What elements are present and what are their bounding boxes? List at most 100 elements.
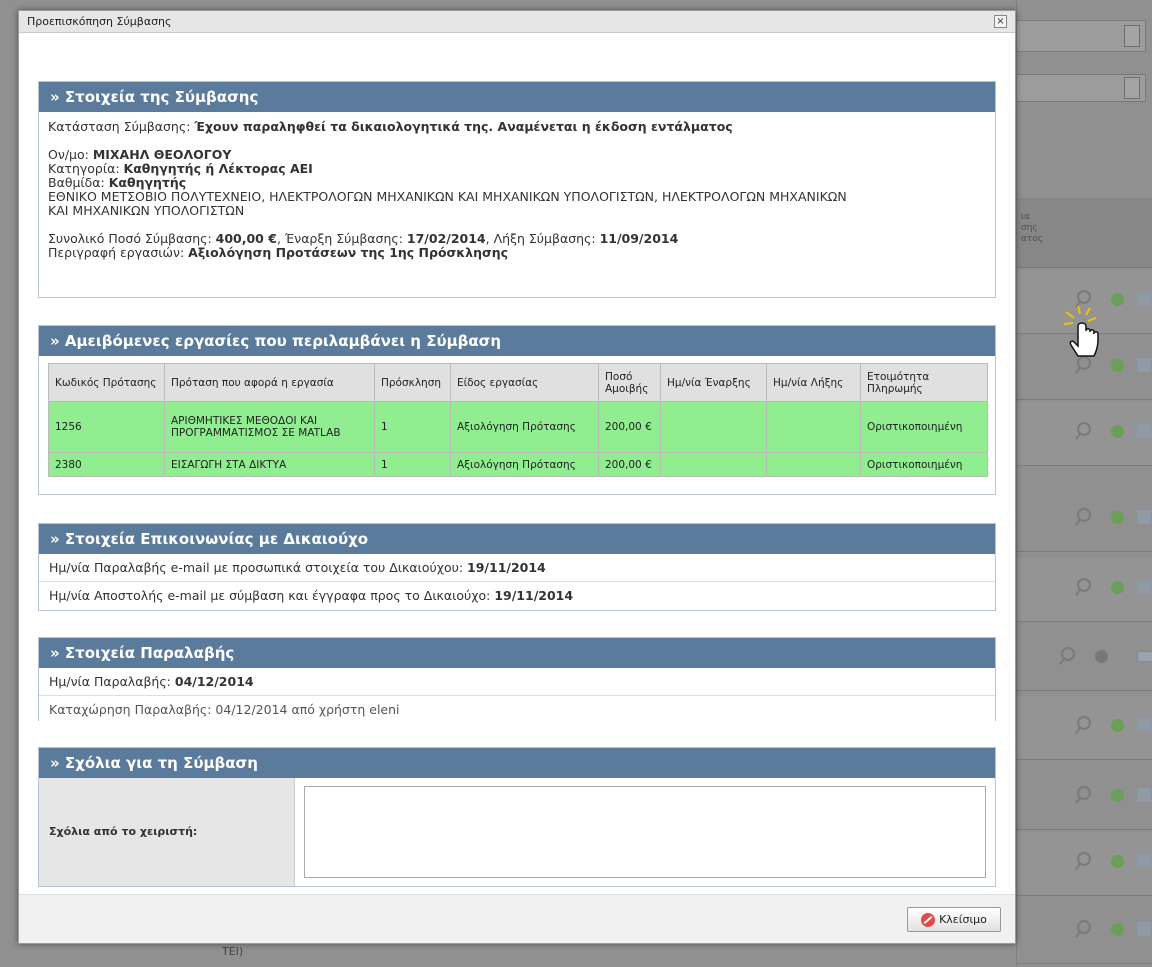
dialog-footer: Κλείσιμο — [19, 894, 1015, 943]
magnifier-icon — [1077, 422, 1091, 436]
table-cell: ΑΡΙΘΜΗΤΙΚΕΣ ΜΕΘΟΔΟΙ ΚΑΙ ΠΡΟΓΡΑΜΜΑΤΙΣΜΟΣ … — [164, 401, 375, 453]
background-row — [1017, 558, 1152, 622]
dialog-title: Προεπισκόπηση Σύμβασης — [27, 15, 172, 28]
document-icon — [1137, 580, 1151, 594]
label: Βαθμίδα: — [48, 175, 109, 190]
table-cell: 1 — [374, 401, 451, 453]
background-row — [1017, 832, 1152, 896]
column-header: Ποσό Αμοιβής — [598, 363, 661, 402]
value: Έχουν παραληφθεί τα δικαιολογητικά της. … — [194, 119, 733, 134]
label: Ον/μο: — [48, 147, 93, 162]
check-icon — [1111, 923, 1124, 936]
table-cell: 200,00 € — [598, 401, 661, 453]
column-header: Πρόταση που αφορά η εργασία — [164, 363, 375, 402]
value: 19/11/2014 — [467, 560, 546, 575]
email-received-row: Ημ/νία Παραλαβής e-mail με προσωπικά στο… — [39, 554, 995, 582]
label: Κατηγορία: — [48, 161, 124, 176]
label: Κατάσταση Σύμβασης: — [48, 119, 195, 134]
contract-institution: ΕΘΝΙΚΟ ΜΕΤΣΟΒΙΟ ΠΟΛΥΤΕΧΝΕΙΟ, ΗΛΕΚΤΡΟΛΟΓΩ… — [48, 189, 847, 204]
table-cell — [660, 452, 767, 477]
background-row — [1017, 766, 1152, 830]
table-cell: Αξιολόγηση Πρότασης — [450, 401, 599, 453]
check-icon — [1111, 789, 1124, 802]
background-column-header-text: ια σης ατος — [1021, 212, 1044, 244]
background-spinner — [1124, 25, 1140, 47]
close-icon[interactable]: × — [994, 15, 1007, 28]
comments-field-wrap — [295, 778, 995, 886]
value: 11/09/2014 — [599, 231, 679, 246]
label: Ημ/νία Παραλαβής e-mail με προσωπικά στο… — [49, 560, 468, 575]
value: Καθηγητής ή Λέκτορας ΑΕΙ — [123, 161, 313, 176]
background-row — [1017, 488, 1152, 552]
dialog-titlebar: Προεπισκόπηση Σύμβασης × — [19, 11, 1015, 33]
contract-description: Περιγραφή εργασιών: Αξιολόγηση Προτάσεων… — [48, 246, 986, 260]
label: Συνολικό Ποσό Σύμβασης: — [48, 231, 216, 246]
contract-details-body: Κατάσταση Σύμβασης: Έχουν παραληφθεί τα … — [39, 112, 995, 260]
document-icon — [1137, 292, 1151, 306]
column-header: Κωδικός Πρότασης — [48, 363, 165, 402]
magnifier-icon — [1077, 716, 1091, 730]
background-column-header: ια σης ατος — [1017, 198, 1152, 268]
check-icon — [1111, 719, 1124, 732]
receipt-date-row: Ημ/νία Παραλαβής: 04/12/2014 — [39, 668, 995, 696]
contract-category: Κατηγορία: Καθηγητής ή Λέκτορας ΑΕΙ — [48, 162, 986, 176]
value: 400,00 € — [215, 231, 277, 246]
label: , Λήξη Σύμβασης: — [485, 231, 600, 246]
label: Περιγραφή εργασιών: — [48, 245, 189, 260]
section-heading: » Σχόλια για τη Σύμβαση — [39, 748, 995, 778]
receipt-registration-row: Καταχώρηση Παραλαβής: 04/12/2014 από χρή… — [49, 702, 400, 717]
table-cell: ΕΙΣΑΓΩΓΗ ΣΤΑ ΔΙΚΤΥΑ — [164, 452, 375, 477]
check-icon — [1111, 425, 1124, 438]
magnifier-icon — [1077, 852, 1091, 866]
close-button-label: Κλείσιμο — [939, 913, 987, 926]
contract-preview-dialog: Προεπισκόπηση Σύμβασης × » Στοιχεία της … — [18, 10, 1016, 944]
close-button[interactable]: Κλείσιμο — [907, 907, 1001, 932]
magnifier-icon — [1077, 920, 1091, 934]
table-cell: Οριστικοποιημένη — [860, 452, 988, 477]
section-heading: » Στοιχεία της Σύμβασης — [39, 82, 995, 112]
column-header: Ημ/νία Έναρξης — [660, 363, 767, 402]
value: Αξιολόγηση Προτάσεων της 1ης Πρόσκλησης — [188, 245, 509, 260]
document-icon — [1137, 510, 1151, 524]
magnifier-icon — [1061, 647, 1075, 661]
check-icon — [1111, 359, 1124, 372]
background-row — [1017, 900, 1152, 964]
magnifier-icon — [1077, 786, 1091, 800]
table-cell — [660, 401, 767, 453]
check-icon — [1111, 511, 1124, 524]
dialog-body: » Στοιχεία της Σύμβασης Κατάσταση Σύμβασ… — [19, 33, 1015, 895]
value: 19/11/2014 — [494, 588, 574, 603]
table-cell: 1 — [374, 452, 451, 477]
check-icon — [1111, 581, 1124, 594]
document-icon — [1137, 718, 1151, 732]
contract-status: Κατάσταση Σύμβασης: Έχουν παραληφθεί τα … — [48, 120, 986, 134]
mail-icon — [1137, 651, 1152, 662]
email-sent-row: Ημ/νία Αποστολής e-mail με σύμβαση και έ… — [39, 582, 995, 610]
works-section: » Αμειβόμενες εργασίες που περιλαμβάνει … — [38, 325, 996, 495]
section-heading: » Στοιχεία Παραλαβής — [39, 638, 995, 668]
table-cell: Οριστικοποιημένη — [860, 401, 988, 453]
column-header: Ημ/νία Λήξης — [766, 363, 861, 402]
document-icon — [1137, 358, 1151, 372]
cancel-icon — [921, 912, 936, 927]
document-icon — [1137, 854, 1151, 868]
magnifier-icon — [1077, 290, 1091, 304]
comments-textarea[interactable] — [304, 786, 986, 878]
table-cell: Αξιολόγηση Πρότασης — [450, 452, 599, 477]
magnifier-icon — [1077, 578, 1091, 592]
column-header: Πρόσκληση — [374, 363, 451, 402]
document-icon — [1137, 424, 1151, 438]
table-cell: 2380 — [48, 452, 165, 477]
table-row: 1256 ΑΡΙΘΜΗΤΙΚΕΣ ΜΕΘΟΔΟΙ ΚΑΙ ΠΡΟΓΡΑΜΜΑΤΙ… — [48, 401, 988, 453]
section-heading: » Αμειβόμενες εργασίες που περιλαμβάνει … — [39, 326, 995, 356]
document-icon — [1137, 922, 1151, 936]
value: ΜΙΧΑΗΛ ΘΕΟΛΟΓΟΥ — [92, 147, 232, 162]
label: Ημ/νία Αποστολής e-mail με σύμβαση και έ… — [49, 588, 495, 603]
table-cell: 1256 — [48, 401, 165, 453]
works-table: Κωδικός Πρότασης Πρόταση που αφορά η εργ… — [48, 363, 988, 477]
contract-amount-dates: Συνολικό Ποσό Σύμβασης: 400,00 €, Έναρξη… — [48, 232, 986, 246]
receipt-section: » Στοιχεία Παραλαβής Ημ/νία Παραλαβής: 0… — [38, 637, 996, 721]
check-icon — [1111, 293, 1124, 306]
contract-name: Ον/μο: ΜΙΧΑΗΛ ΘΕΟΛΟΓΟΥ — [48, 148, 986, 162]
comments-section: » Σχόλια για τη Σύμβαση Σχόλια από το χε… — [38, 747, 996, 887]
